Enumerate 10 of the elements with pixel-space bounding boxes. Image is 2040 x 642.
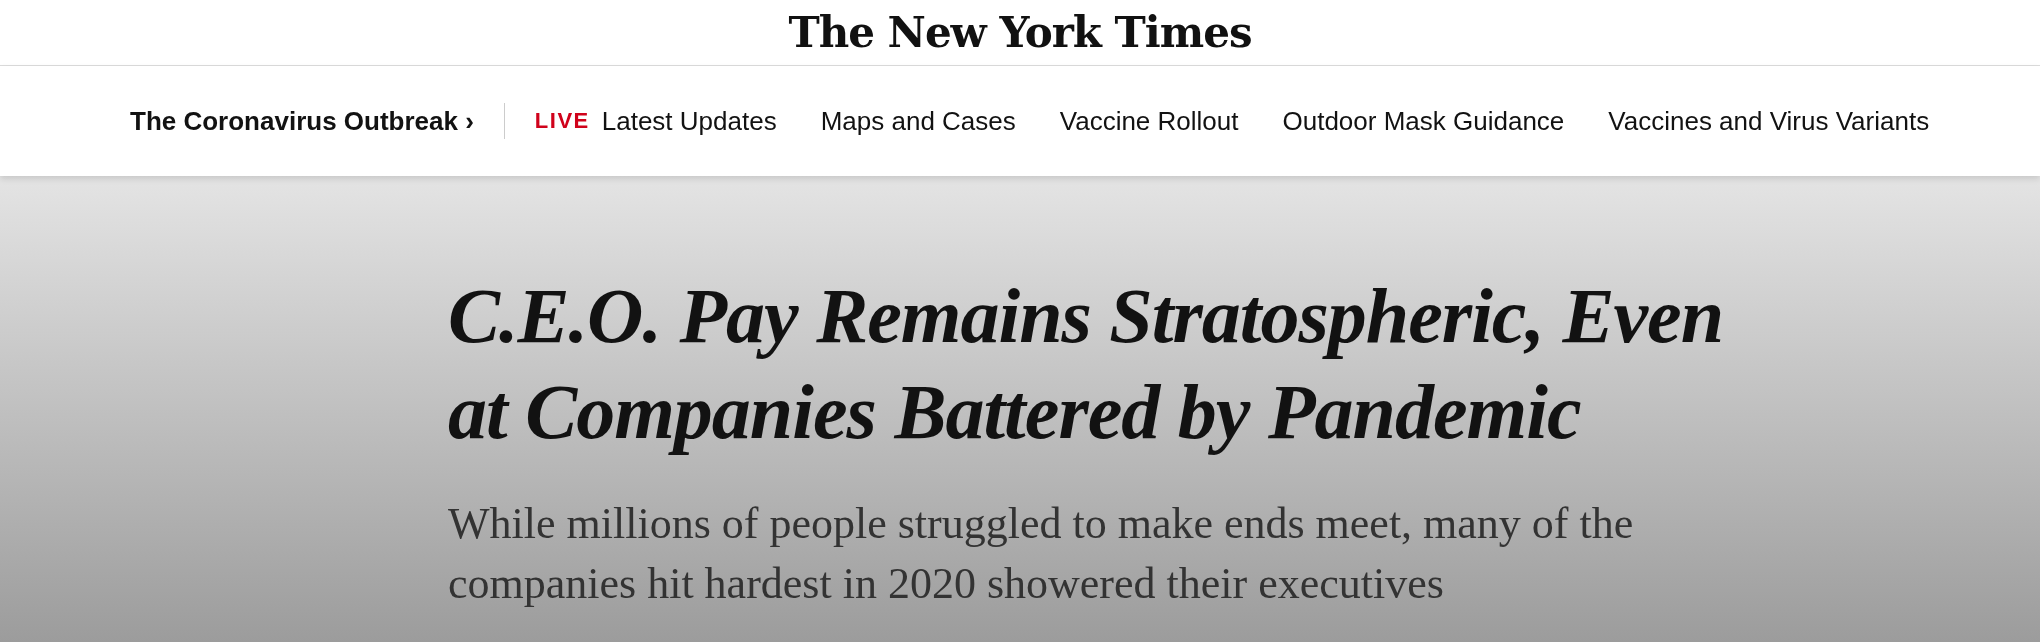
nav-link[interactable]: Latest Updates — [601, 105, 777, 137]
summary: While millions of people struggled to make ends meet, many of the companies hit hardest in 2020 showered their executives — [448, 498, 1635, 610]
live-label: LIVE — [534, 108, 590, 134]
nav-link[interactable]: Vaccine Rollout — [1059, 105, 1239, 137]
headline: C.E.O. Pay Remains Stratospheric, Even at Companies Battered by Pandemic — [448, 271, 1725, 457]
section-link[interactable]: The Coronavirus Outbreak › — [130, 105, 474, 137]
nav-link[interactable]: Vaccines and Virus Variants — [1608, 105, 1930, 137]
newspaper-logo[interactable]: The New York Times — [788, 11, 1252, 54]
nav-link[interactable]: Outdoor Mask Guidance — [1282, 105, 1565, 137]
nav-link[interactable]: Maps and Cases — [820, 105, 1016, 137]
